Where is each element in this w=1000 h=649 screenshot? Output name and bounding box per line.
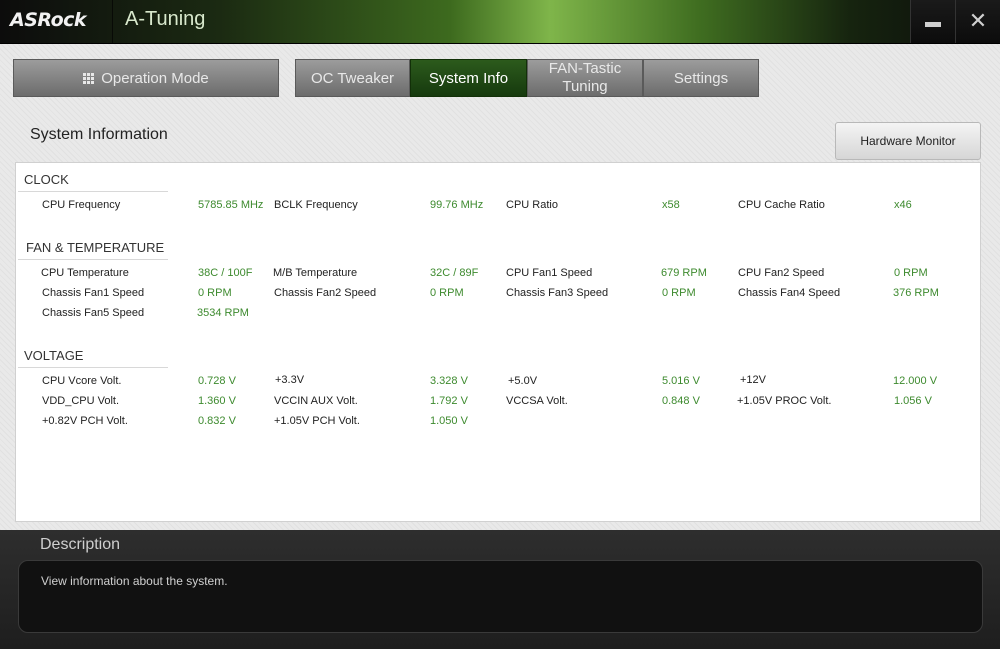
tab-fan-tastic-tuning[interactable]: FAN-Tastic Tuning	[527, 59, 643, 97]
value-1v05-pch-volt: 1.050 V	[430, 415, 468, 427]
label-chassis-fan5-speed: Chassis Fan5 Speed	[42, 307, 145, 319]
hardware-monitor-label: Hardware Monitor	[860, 134, 956, 148]
value-vdd-cpu-volt: 1.360 V	[198, 395, 236, 407]
tab-label-line1: FAN-Tastic	[548, 60, 622, 77]
label-chassis-fan2-speed: Chassis Fan2 Speed	[274, 287, 377, 299]
value-vccin-aux-volt: 1.792 V	[430, 395, 468, 407]
label-bclk-frequency: BCLK Frequency	[274, 199, 358, 211]
value-3v3: 3.328 V	[430, 375, 468, 387]
value-cpu-vcore-volt: 0.728 V	[198, 375, 236, 387]
section-title-fan-temperature: FAN & TEMPERATURE	[26, 240, 165, 255]
operation-mode-label: Operation Mode	[101, 69, 209, 87]
panel-title: System Information	[30, 126, 168, 143]
minimize-icon	[925, 22, 941, 27]
description-title: Description	[40, 536, 121, 553]
label-1v05-proc-volt: +1.05V PROC Volt.	[737, 395, 832, 407]
value-cpu-ratio: x58	[662, 199, 680, 211]
tab-settings[interactable]: Settings	[643, 59, 759, 97]
value-chassis-fan4-speed: 376 RPM	[893, 287, 939, 299]
asrock-logo: ASRock	[10, 9, 87, 31]
value-mb-temperature: 32C / 89F	[430, 267, 479, 279]
value-cpu-frequency: 5785.85 MHz	[198, 199, 264, 211]
label-chassis-fan1-speed: Chassis Fan1 Speed	[42, 287, 145, 299]
description-box: View information about the system.	[18, 560, 983, 633]
value-12v: 12.000 V	[893, 375, 938, 387]
tab-oc-tweaker[interactable]: OC Tweaker	[295, 59, 410, 97]
close-button[interactable]: ✕	[955, 0, 1000, 43]
value-5v: 5.016 V	[662, 375, 700, 387]
value-chassis-fan3-speed: 0 RPM	[662, 287, 696, 299]
label-0v82-pch-volt: +0.82V PCH Volt.	[42, 415, 128, 427]
tab-label: Settings	[673, 69, 729, 87]
section-title-voltage: VOLTAGE	[24, 348, 84, 363]
section-divider	[18, 259, 168, 260]
value-1v05-proc-volt: 1.056 V	[894, 395, 932, 407]
label-chassis-fan3-speed: Chassis Fan3 Speed	[506, 287, 609, 299]
close-icon: ✕	[968, 9, 988, 34]
label-vccin-aux-volt: VCCIN AUX Volt.	[274, 395, 358, 407]
label-cpu-cache-ratio: CPU Cache Ratio	[738, 199, 825, 211]
label-3v3: +3.3V	[275, 374, 305, 386]
value-chassis-fan5-speed: 3534 RPM	[197, 307, 249, 319]
section-divider	[18, 367, 168, 368]
value-vccsa-volt: 0.848 V	[662, 395, 700, 407]
value-cpu-fan1-speed: 679 RPM	[661, 267, 707, 279]
description-panel: Description View information about the s…	[0, 530, 1000, 649]
value-chassis-fan1-speed: 0 RPM	[198, 287, 232, 299]
value-cpu-fan2-speed: 0 RPM	[894, 267, 928, 279]
label-cpu-fan2-speed: CPU Fan2 Speed	[738, 267, 825, 279]
title-divider	[112, 0, 113, 43]
title-bar: ASRock A-Tuning ✕	[0, 0, 1000, 44]
tab-system-info[interactable]: System Info	[410, 59, 527, 97]
value-bclk-frequency: 99.76 MHz	[430, 199, 484, 211]
description-text: View information about the system.	[41, 574, 228, 588]
label-5v: +5.0V	[508, 375, 538, 387]
main-area: Operation Mode OC Tweaker System Info FA…	[0, 44, 1000, 530]
label-mb-temperature: M/B Temperature	[273, 267, 358, 279]
section-title-clock: CLOCK	[24, 172, 69, 187]
value-cpu-temperature: 38C / 100F	[198, 267, 253, 279]
label-chassis-fan4-speed: Chassis Fan4 Speed	[738, 287, 841, 299]
tab-label-line2: Tuning	[562, 78, 608, 95]
label-cpu-vcore-volt: CPU Vcore Volt.	[42, 375, 122, 387]
hardware-monitor-button[interactable]: Hardware Monitor	[835, 122, 981, 160]
label-vccsa-volt: VCCSA Volt.	[506, 395, 568, 407]
label-vdd-cpu-volt: VDD_CPU Volt.	[42, 395, 120, 407]
system-info-table: CLOCK CPU Frequency 5785.85 MHz BCLK Fre…	[15, 162, 981, 522]
label-12v: +12V	[740, 374, 766, 386]
app-title: A-Tuning	[125, 8, 206, 30]
tab-label: System Info	[428, 69, 509, 87]
value-chassis-fan2-speed: 0 RPM	[430, 287, 464, 299]
value-0v82-pch-volt: 0.832 V	[198, 415, 236, 427]
label-cpu-temperature: CPU Temperature	[41, 267, 129, 279]
value-cpu-cache-ratio: x46	[894, 199, 912, 211]
label-cpu-ratio: CPU Ratio	[506, 199, 558, 211]
tab-label: OC Tweaker	[310, 69, 395, 87]
minimize-button[interactable]	[910, 0, 955, 43]
section-divider	[18, 191, 168, 192]
label-cpu-frequency: CPU Frequency	[42, 199, 121, 211]
label-1v05-pch-volt: +1.05V PCH Volt.	[274, 415, 360, 427]
grid-icon	[83, 72, 95, 84]
label-cpu-fan1-speed: CPU Fan1 Speed	[506, 267, 593, 279]
operation-mode-button[interactable]: Operation Mode	[13, 59, 279, 97]
